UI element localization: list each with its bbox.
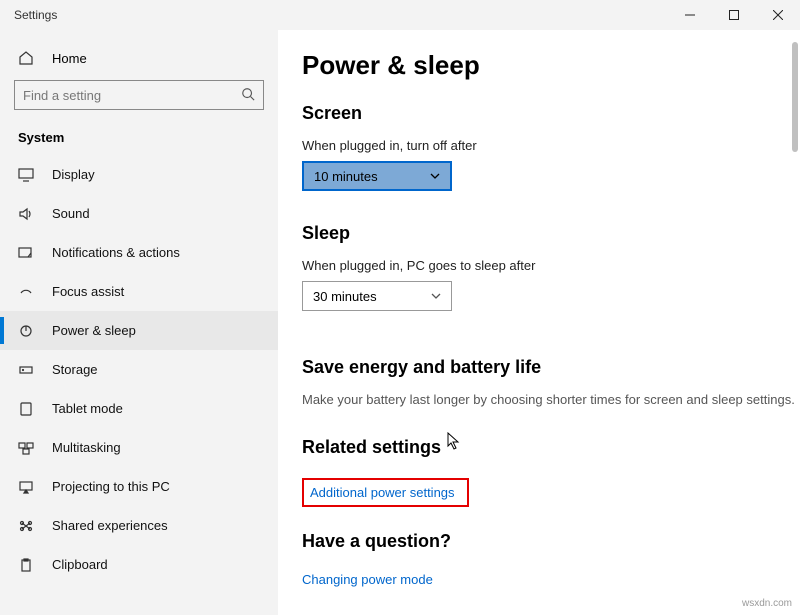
sleep-timeout-select[interactable]: 30 minutes — [302, 281, 452, 311]
watermark: wsxdn.com — [742, 598, 792, 609]
scrollbar-thumb[interactable] — [792, 42, 798, 152]
cursor-icon — [447, 432, 461, 450]
nav-label: Storage — [52, 362, 98, 377]
nav-power-sleep[interactable]: Power & sleep — [0, 311, 278, 350]
related-heading: Related settings — [302, 437, 441, 458]
storage-icon — [18, 363, 34, 377]
nav-label: Projecting to this PC — [52, 479, 170, 494]
nav-list: Display Sound Notifications & actions Fo… — [0, 155, 278, 584]
nav-label: Display — [52, 167, 95, 182]
chevron-down-icon — [431, 289, 441, 304]
notifications-icon — [18, 246, 34, 260]
sound-icon — [18, 207, 34, 221]
nav-label: Sound — [52, 206, 90, 221]
clipboard-icon — [18, 558, 34, 572]
nav-display[interactable]: Display — [0, 155, 278, 194]
nav-clipboard[interactable]: Clipboard — [0, 545, 278, 584]
nav-label: Multitasking — [52, 440, 121, 455]
sidebar: Home System Display Sound Notification — [0, 30, 278, 615]
window-controls — [668, 0, 800, 30]
nav-projecting[interactable]: Projecting to this PC — [0, 467, 278, 506]
nav-notifications[interactable]: Notifications & actions — [0, 233, 278, 272]
nav-multitasking[interactable]: Multitasking — [0, 428, 278, 467]
nav-label: Tablet mode — [52, 401, 123, 416]
nav-sound[interactable]: Sound — [0, 194, 278, 233]
nav-label: Power & sleep — [52, 323, 136, 338]
home-nav[interactable]: Home — [0, 42, 278, 80]
home-label: Home — [52, 51, 87, 66]
sleep-heading: Sleep — [302, 223, 800, 244]
search-box[interactable] — [14, 80, 264, 110]
projecting-icon — [18, 480, 34, 494]
main-content: Power & sleep Screen When plugged in, tu… — [278, 30, 800, 615]
display-icon — [18, 168, 34, 182]
nav-label: Clipboard — [52, 557, 108, 572]
close-button[interactable] — [756, 0, 800, 30]
multitasking-icon — [18, 441, 34, 455]
nav-label: Focus assist — [52, 284, 124, 299]
chevron-down-icon — [430, 169, 440, 184]
energy-heading: Save energy and battery life — [302, 357, 800, 378]
nav-storage[interactable]: Storage — [0, 350, 278, 389]
maximize-button[interactable] — [712, 0, 756, 30]
focus-icon — [18, 285, 34, 299]
search-icon — [241, 87, 255, 104]
nav-label: Shared experiences — [52, 518, 168, 533]
home-icon — [18, 50, 34, 66]
titlebar: Settings — [0, 0, 800, 30]
screen-timeout-select[interactable]: 10 minutes — [302, 161, 452, 191]
section-system: System — [0, 122, 278, 155]
power-icon — [18, 324, 34, 338]
changing-power-mode-link[interactable]: Changing power mode — [302, 572, 433, 587]
additional-power-settings-link[interactable]: Additional power settings — [310, 485, 455, 500]
energy-desc: Make your battery last longer by choosin… — [302, 392, 800, 407]
shared-icon — [18, 519, 34, 533]
page-title: Power & sleep — [302, 50, 800, 81]
nav-tablet-mode[interactable]: Tablet mode — [0, 389, 278, 428]
screen-timeout-value: 10 minutes — [314, 169, 378, 184]
highlight-annotation: Additional power settings — [302, 478, 469, 507]
sleep-label: When plugged in, PC goes to sleep after — [302, 258, 800, 273]
screen-heading: Screen — [302, 103, 800, 124]
search-input[interactable] — [23, 88, 227, 103]
nav-focus-assist[interactable]: Focus assist — [0, 272, 278, 311]
sleep-timeout-value: 30 minutes — [313, 289, 377, 304]
nav-label: Notifications & actions — [52, 245, 180, 260]
screen-label: When plugged in, turn off after — [302, 138, 800, 153]
tablet-icon — [18, 402, 34, 416]
nav-shared-exp[interactable]: Shared experiences — [0, 506, 278, 545]
question-heading: Have a question? — [302, 531, 800, 552]
minimize-button[interactable] — [668, 0, 712, 30]
window-title: Settings — [14, 8, 57, 22]
